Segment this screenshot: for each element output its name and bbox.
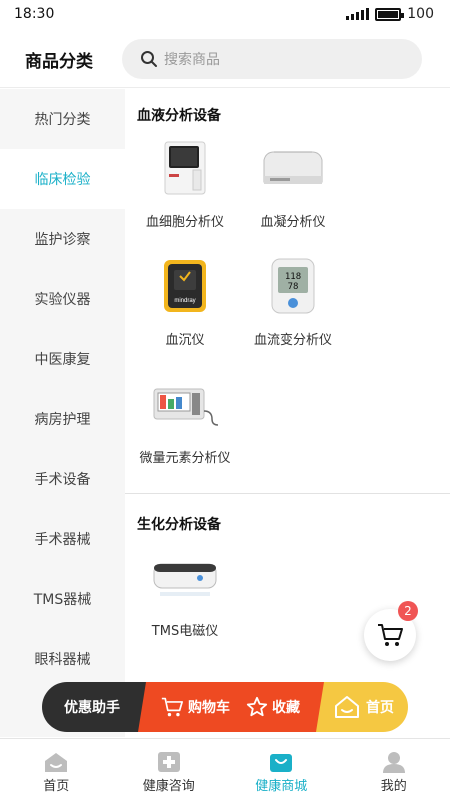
product-card[interactable]: 118 78 血流变分析仪	[239, 251, 347, 369]
sidebar-item-surgical-equipment[interactable]: 手术设备	[0, 449, 125, 509]
section-title: 生化分析设备	[137, 517, 221, 533]
shopping-bag-icon	[270, 754, 293, 772]
search-input[interactable]: 搜索商品	[122, 39, 422, 79]
product-name: TMS电磁仪	[151, 624, 219, 639]
hemorheology-analyzer-image: 118 78	[258, 255, 328, 317]
sidebar-item-ward-care[interactable]: 病房护理	[0, 389, 125, 449]
medical-cross-icon	[157, 752, 180, 772]
sidebar-item-tms[interactable]: TMS器械	[0, 569, 125, 629]
category-sidebar: 热门分类 临床检验 监护诊察 实验仪器 中医康复 病房护理 手术设备 手术器械 …	[0, 89, 125, 737]
cart-favorite-group: 购物车 收藏	[138, 682, 328, 732]
battery-icon	[375, 7, 405, 21]
sidebar-item-lab-instruments[interactable]: 实验仪器	[0, 269, 125, 329]
sidebar-item-hot[interactable]: 热门分类	[0, 89, 125, 149]
favorite-button[interactable]: 收藏	[246, 696, 300, 718]
svg-text:118: 118	[285, 272, 301, 282]
product-name: 微量元素分析仪	[139, 451, 231, 466]
home-button[interactable]: 首页	[316, 682, 408, 732]
page-title: 商品分类	[25, 52, 93, 72]
signal-icon	[346, 8, 370, 20]
svg-text:mindray: mindray	[174, 298, 195, 304]
favorite-label: 收藏	[272, 700, 300, 716]
status-right: 100	[346, 6, 434, 22]
cart-icon	[378, 624, 403, 646]
tab-label: 首页	[43, 779, 70, 794]
trace-element-analyzer-image	[150, 373, 220, 435]
product-card[interactable]: 微量元素分析仪	[131, 369, 239, 487]
esr-analyzer-image: mindray	[150, 255, 220, 317]
home-icon	[45, 753, 68, 772]
tab-label: 健康商城	[255, 779, 308, 794]
status-bar: 18:30 100	[0, 0, 450, 30]
product-card[interactable]: mindray 血沉仪	[131, 251, 239, 369]
floating-cart-button[interactable]: 2	[364, 601, 418, 661]
coagulation-analyzer-image	[258, 137, 328, 199]
sidebar-item-tcm-rehab[interactable]: 中医康复	[0, 329, 125, 389]
home-icon	[335, 696, 359, 718]
tab-label: 我的	[380, 779, 407, 794]
tab-home[interactable]: 首页	[0, 739, 113, 800]
product-name: 血细胞分析仪	[145, 215, 224, 230]
section-divider	[125, 493, 450, 494]
action-bar: 优惠助手 购物车 收藏 首页	[42, 682, 408, 732]
blood-cell-analyzer-image	[150, 137, 220, 199]
section-title: 血液分析设备	[137, 108, 221, 124]
product-card[interactable]: TMS电磁仪	[131, 542, 239, 660]
product-name: 血凝分析仪	[260, 215, 326, 230]
search-icon	[141, 51, 157, 67]
sidebar-item-ophthalmic[interactable]: 眼科器械	[0, 629, 125, 689]
tms-device-image	[150, 546, 220, 608]
user-icon	[382, 752, 405, 773]
product-grid: 血细胞分析仪 血凝分析仪 mindray 血沉仪 118 78 血流变分析仪 微…	[125, 133, 450, 487]
sidebar-item-monitoring[interactable]: 监护诊察	[0, 209, 125, 269]
sidebar-item-surgical-instruments[interactable]: 手术器械	[0, 509, 125, 569]
tab-mine[interactable]: 我的	[338, 739, 450, 800]
sidebar-item-clinical-test[interactable]: 临床检验	[0, 149, 125, 209]
cart-badge: 2	[398, 601, 418, 621]
star-icon	[246, 696, 268, 717]
header: 商品分类 搜索商品	[0, 30, 450, 88]
product-card[interactable]: 血凝分析仪	[239, 133, 347, 251]
cart-button[interactable]: 购物车	[160, 696, 230, 718]
tab-label: 健康咨询	[142, 779, 195, 794]
search-placeholder: 搜索商品	[164, 52, 220, 68]
discount-helper-button[interactable]: 优惠助手	[42, 682, 150, 732]
product-card[interactable]: 血细胞分析仪	[131, 133, 239, 251]
product-name: 血沉仪	[165, 333, 205, 348]
cart-label: 购物车	[188, 700, 230, 716]
battery-level: 100	[407, 6, 434, 22]
home-label: 首页	[366, 700, 394, 716]
tab-health-consult[interactable]: 健康咨询	[113, 739, 226, 800]
svg-text:78: 78	[288, 282, 299, 292]
cart-icon	[161, 697, 183, 717]
product-name: 血流变分析仪	[253, 333, 332, 348]
tab-health-mall[interactable]: 健康商城	[225, 739, 338, 800]
status-time: 18:30	[14, 6, 55, 22]
bottom-tab-bar: 首页 健康咨询 健康商城 我的	[0, 738, 450, 800]
